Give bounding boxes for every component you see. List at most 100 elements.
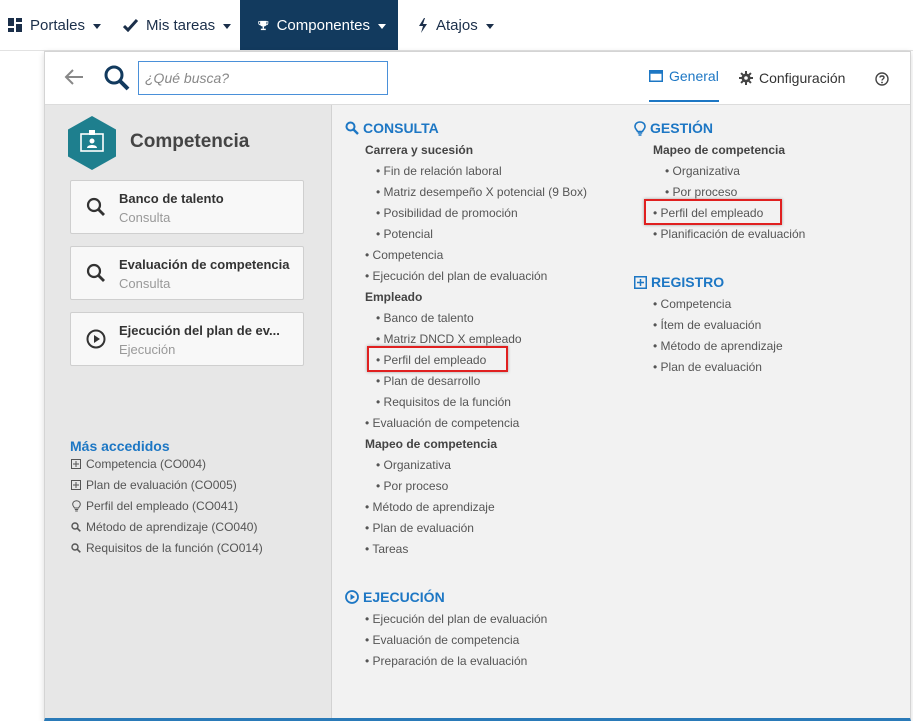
lightbulb-icon — [634, 120, 646, 136]
section-consulta-title: CONSULTA — [345, 120, 439, 136]
mas-accedidos-item[interactable]: Método de aprendizaje (CO040) — [70, 520, 257, 534]
chevron-down-icon — [485, 23, 494, 29]
menu-link-label: Matriz DNCD X empleado — [383, 332, 522, 346]
menu-link[interactable]: • Organizativa — [665, 164, 740, 178]
menu-link[interactable]: • Matriz DNCD X empleado — [376, 332, 522, 346]
plus-square-icon — [71, 459, 81, 469]
nav-componentes-label: Componentes — [276, 16, 370, 34]
menu-link[interactable]: • Posibilidad de promoción — [376, 206, 518, 220]
menu-link[interactable]: • Matriz desempeño X potencial (9 Box) — [376, 185, 587, 199]
menu-link-label: Planificación de evaluación — [660, 227, 806, 241]
menu-link[interactable]: • Potencial — [376, 227, 433, 241]
section-consulta-label: CONSULTA — [363, 120, 439, 136]
menu-link-label: Posibilidad de promoción — [383, 206, 518, 220]
group-mapeo-competencia: Mapeo de competencia — [365, 437, 498, 451]
top-navigation: Portales Mis tareas Componentes Atajos — [0, 0, 913, 51]
section-gestion-title: GESTIÓN — [634, 120, 713, 136]
menu-link-label: Organizativa — [672, 164, 740, 178]
lightbulb-icon — [71, 500, 81, 512]
plus-square-icon — [71, 480, 81, 490]
card-title: Banco de talento — [119, 191, 224, 206]
chevron-down-icon — [93, 23, 102, 29]
menu-link[interactable]: • Método de aprendizaje — [365, 500, 495, 514]
mas-accedidos-item[interactable]: Plan de evaluación (CO005) — [70, 478, 237, 492]
tab-general[interactable]: General — [649, 52, 719, 102]
menu-link[interactable]: • Fin de relación laboral — [376, 164, 502, 178]
search-icon — [71, 522, 81, 532]
menu-link-label: Plan de evaluación — [660, 360, 762, 374]
mas-accedidos-label: Competencia (CO004) — [86, 457, 207, 471]
menu-link-label: Plan de desarrollo — [383, 374, 481, 388]
section-ejecucion-title: EJECUCIÓN — [345, 589, 445, 605]
menu-link[interactable]: • Ejecución del plan de evaluación — [365, 612, 547, 626]
nav-componentes[interactable]: Componentes — [240, 0, 398, 50]
menu-link[interactable]: • Método de aprendizaje — [653, 339, 783, 353]
menu-link[interactable]: • Plan de desarrollo — [376, 374, 480, 388]
group-mapeo-competencia: Mapeo de competencia — [653, 143, 786, 157]
mas-accedidos-title: Más accedidos — [70, 438, 170, 454]
mas-accedidos-label: Plan de evaluación (CO005) — [86, 478, 237, 492]
menu-link-label: Evaluación de competencia — [372, 416, 520, 430]
section-ejecucion-label: EJECUCIÓN — [363, 589, 445, 605]
card-title: Evaluación de competencia — [119, 257, 290, 272]
menu-link[interactable]: • Banco de talento — [376, 311, 474, 325]
menu-link[interactable]: • Evaluación de competencia — [365, 633, 519, 647]
menu-link[interactable]: • Por proceso — [665, 185, 737, 199]
competencia-badge-icon — [68, 116, 116, 170]
mas-accedidos-label: Método de aprendizaje (CO040) — [86, 520, 258, 534]
menu-link-label: Evaluación de competencia — [372, 633, 520, 647]
menu-link[interactable]: • Planificación de evaluación — [653, 227, 805, 241]
menu-link-label: Ítem de evaluación — [660, 318, 762, 332]
menu-link[interactable]: • Competencia — [653, 297, 731, 311]
gear-icon — [739, 71, 753, 85]
group-empleado: Empleado — [365, 290, 423, 304]
menu-link-label: Potencial — [383, 227, 433, 241]
menu-link[interactable]: • Preparación de la evaluación — [365, 654, 527, 668]
back-arrow-icon[interactable] — [63, 66, 85, 88]
menu-link-label: Ejecución del plan de evaluación — [372, 269, 548, 283]
tab-general-label: General — [669, 68, 719, 84]
window-icon — [649, 70, 663, 82]
menu-link-label: Ejecución del plan de evaluación — [372, 612, 548, 626]
dashboard-icon — [8, 18, 22, 32]
menu-link-label: Matriz desempeño X potencial (9 Box) — [383, 185, 587, 199]
card-subtitle: Consulta — [119, 276, 171, 291]
help-icon[interactable] — [875, 72, 889, 86]
page-title: Competencia — [130, 131, 250, 152]
menu-link[interactable]: • Ítem de evaluación — [653, 318, 761, 332]
panel-header: General Configuración — [45, 52, 910, 105]
menu-link[interactable]: • Ejecución del plan de evaluación — [365, 269, 547, 283]
menu-link-label: Tareas — [372, 542, 409, 556]
card-evaluacion-competencia[interactable]: Evaluación de competencia Consulta — [70, 246, 304, 300]
card-banco-talento[interactable]: Banco de talento Consulta — [70, 180, 304, 234]
search-icon[interactable] — [103, 64, 131, 92]
mas-accedidos-item[interactable]: Requisitos de la función (CO014) — [70, 541, 263, 555]
search-icon — [86, 197, 105, 216]
menu-link-label: Competencia — [372, 248, 444, 262]
menu-link[interactable]: • Organizativa — [376, 458, 451, 472]
nav-portales[interactable]: Portales — [0, 0, 113, 50]
play-circle-icon — [86, 329, 106, 349]
nav-atajos[interactable]: Atajos — [410, 0, 506, 50]
menu-link[interactable]: • Evaluación de competencia — [365, 416, 519, 430]
menu-link-label: Método de aprendizaje — [660, 339, 783, 353]
nav-mis-tareas[interactable]: Mis tareas — [115, 0, 243, 50]
mas-accedidos-item[interactable]: Competencia (CO004) — [70, 457, 206, 471]
menu-link-label: Competencia — [660, 297, 732, 311]
nav-mis-tareas-label: Mis tareas — [146, 16, 216, 34]
menu-link-label: Por proceso — [383, 479, 449, 493]
menu-link[interactable]: • Requisitos de la función — [376, 395, 511, 409]
menu-link[interactable]: • Tareas — [365, 542, 408, 556]
section-gestion-label: GESTIÓN — [650, 120, 714, 136]
menu-link[interactable]: • Competencia — [365, 248, 443, 262]
menu-link[interactable]: • Plan de evaluación — [365, 521, 474, 535]
tab-configuracion[interactable]: Configuración — [739, 52, 845, 104]
chevron-down-icon — [378, 23, 386, 29]
bolt-icon — [419, 17, 427, 33]
card-ejecucion-plan[interactable]: Ejecución del plan de ev... Ejecución — [70, 312, 304, 366]
menu-link[interactable]: • Por proceso — [376, 479, 448, 493]
check-icon — [123, 18, 138, 32]
menu-link[interactable]: • Plan de evaluación — [653, 360, 762, 374]
search-input[interactable] — [138, 61, 388, 95]
mas-accedidos-item[interactable]: Perfil del empleado (CO041) — [70, 499, 238, 513]
